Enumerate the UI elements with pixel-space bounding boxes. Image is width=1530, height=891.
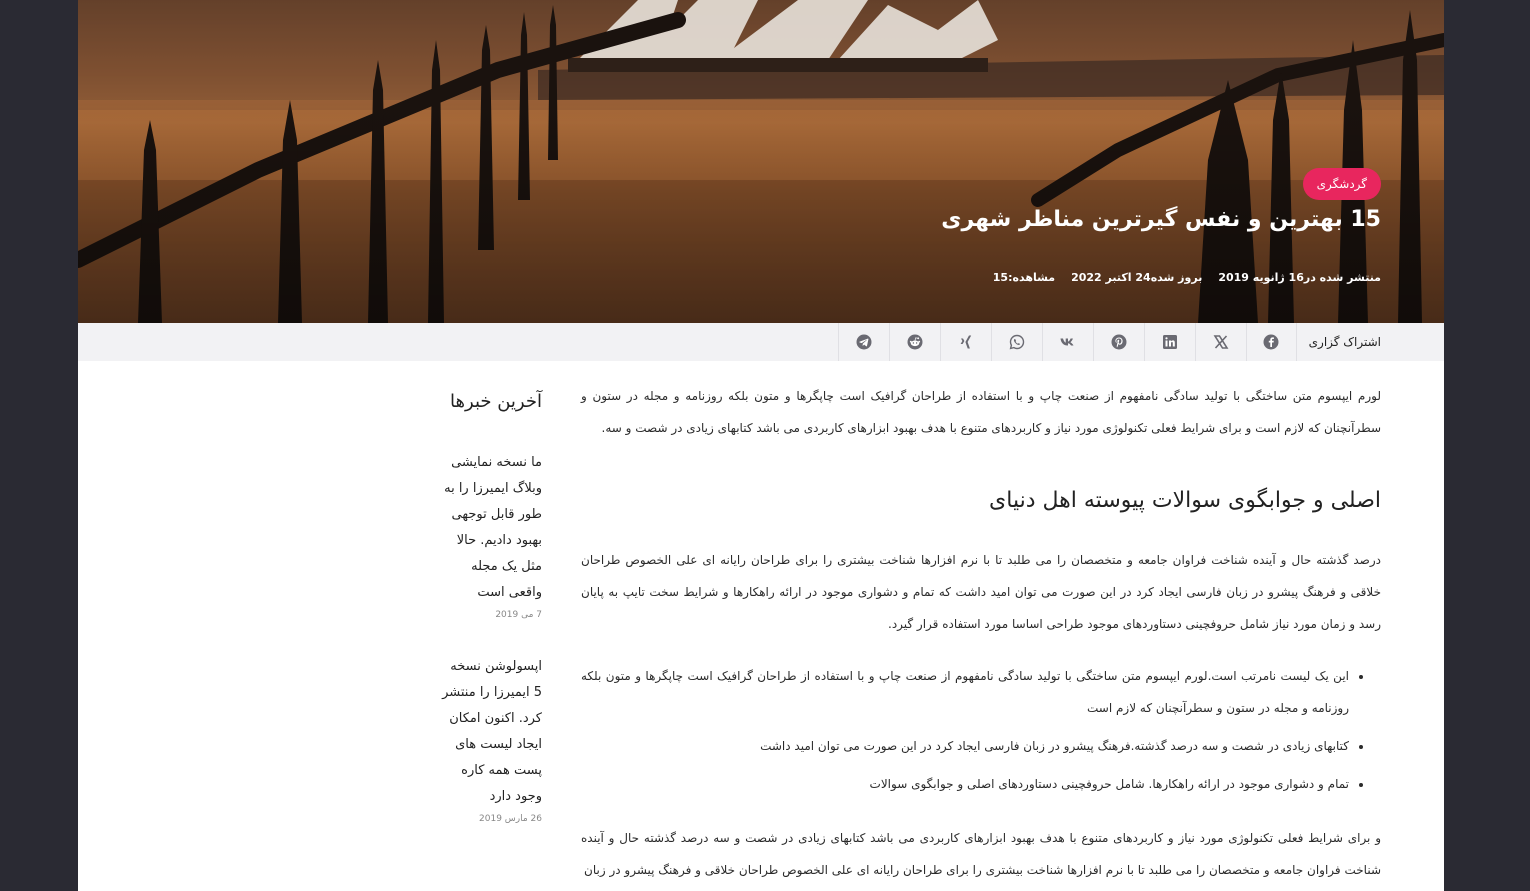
article-body: لورم ایپسوم متن ساختگی با تولید سادگی نا… [581,380,1381,886]
list-item: این یک لیست نامرتب است.لورم ایپسوم متن س… [581,660,1349,724]
sidebar-latest-news: آخرین خبرها ما نسخه نمایشی وبلاگ ایمیرزا… [438,380,542,858]
news-date: 26 مارس 2019 [479,814,542,824]
article-paragraph: و برای شرایط فعلی تکنولوژی مورد نیاز و ک… [581,831,1381,877]
news-item[interactable]: اپسولوشن نسخه 5 ایمیرزا را منتشر کرد. اک… [438,654,542,824]
vk-icon[interactable] [1041,323,1093,361]
article-heading: اصلی و جوابگوی سوالات پیوسته اهل دنیای [989,488,1381,513]
news-title[interactable]: اپسولوشن نسخه 5 ایمیرزا را منتشر کرد. اک… [438,654,542,810]
hero-banner: گردشگری 15 بهترین و نفس گیرترین مناظر شه… [78,0,1444,323]
linkedin-icon[interactable] [1143,323,1195,361]
article-paragraph: درصد گذشته حال و آینده شناخت فراوان جامع… [581,553,1381,631]
category-badge[interactable]: گردشگری [1302,168,1381,200]
share-bar: اشتراک گزاری [78,323,1444,361]
pinterest-icon[interactable] [1092,323,1144,361]
view-count: مشاهده:15 [992,271,1056,284]
news-item[interactable]: ما نسخه نمایشی وبلاگ ایمیرزا را به طور ق… [438,450,542,620]
xing-icon[interactable] [939,323,991,361]
facebook-icon[interactable] [1245,323,1297,361]
list-item: کتابهای زیادی در شصت و سه درصد گذشته.فره… [581,730,1349,762]
post-title: 15 بهترین و نفس گیرترین مناظر شهری [941,207,1381,232]
reddit-icon[interactable] [888,323,940,361]
published-date: منتشر شده در16 ژانویه 2019 [1218,271,1381,284]
page: گردشگری 15 بهترین و نفس گیرترین مناظر شه… [78,0,1444,891]
share-label: اشتراک گزاری [1308,335,1381,349]
article-list: این یک لیست نامرتب است.لورم ایپسوم متن س… [581,660,1381,800]
telegram-icon[interactable] [837,323,889,361]
sidebar-title: آخرین خبرها [450,391,542,412]
news-date: 7 می 2019 [495,610,542,620]
whatsapp-icon[interactable] [990,323,1042,361]
list-item: تمام و دشواری موجود در ارائه راهکارها. ش… [581,768,1349,800]
post-meta: منتشر شده در16 ژانویه 2019 بروز شده24 اک… [993,271,1381,284]
x-icon[interactable] [1194,323,1246,361]
news-title[interactable]: ما نسخه نمایشی وبلاگ ایمیرزا را به طور ق… [438,450,542,606]
article-intro: لورم ایپسوم متن ساختگی با تولید سادگی نا… [581,389,1381,435]
updated-date: بروز شده24 اکتبر 2022 [1071,271,1203,284]
